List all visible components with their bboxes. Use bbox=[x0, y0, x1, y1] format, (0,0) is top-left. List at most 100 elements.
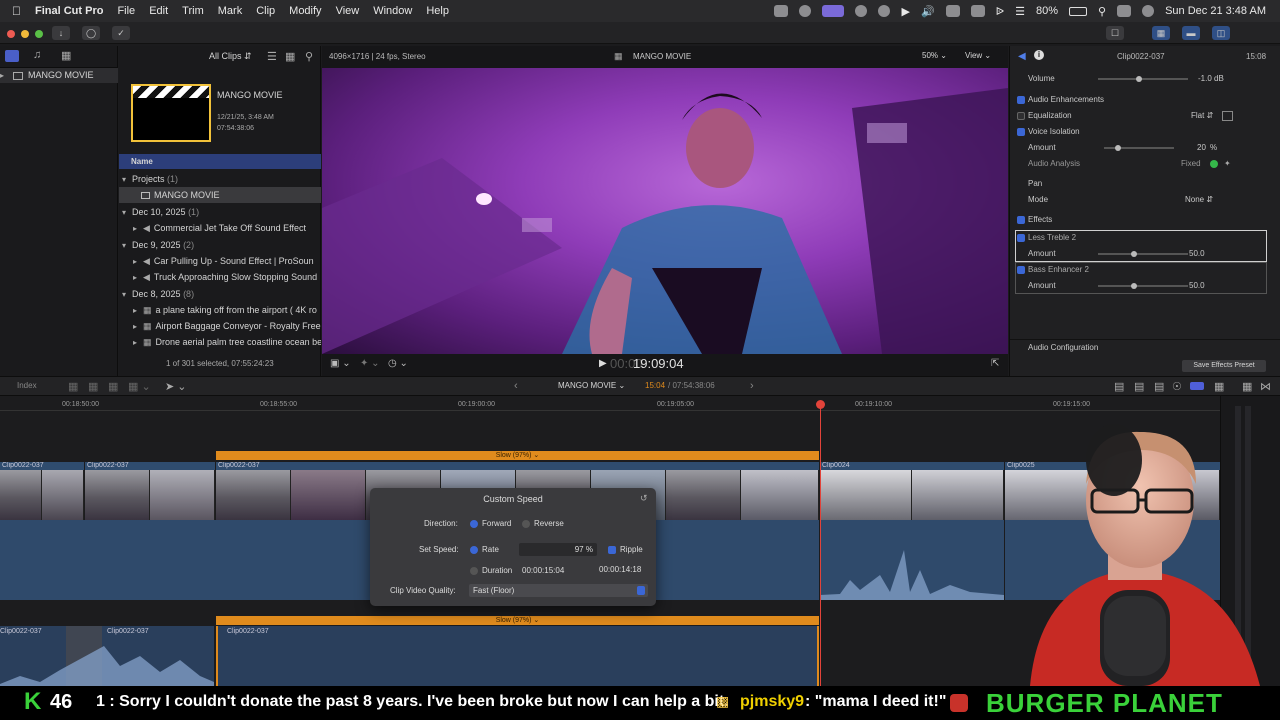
effect-bass-enhancer[interactable]: Bass Enhancer 2 bbox=[1010, 262, 1280, 278]
audio-waveform[interactable] bbox=[820, 520, 1004, 600]
section-audio-enhancements[interactable]: Audio Enhancements bbox=[1010, 92, 1280, 108]
duration-radio[interactable]: Duration bbox=[470, 566, 512, 575]
effect-checkbox[interactable] bbox=[1017, 234, 1025, 242]
back-arrow-icon[interactable]: ‹ bbox=[514, 380, 518, 392]
titles-generators-icon[interactable]: ▦ bbox=[61, 49, 71, 62]
menu-mark[interactable]: Mark bbox=[218, 5, 242, 17]
clip-skimming-icon[interactable]: ▤ bbox=[1134, 380, 1144, 393]
effects-browser-icon[interactable]: ▦ bbox=[1242, 380, 1252, 393]
save-effects-preset-button[interactable]: Save Effects Preset bbox=[1182, 360, 1266, 372]
disclosure-triangle-icon[interactable]: ▸ bbox=[133, 221, 143, 236]
select-tool-icon[interactable]: ➤ ⌄ bbox=[165, 380, 187, 393]
list-item[interactable]: MANGO MOVIE bbox=[119, 187, 321, 203]
section-effects[interactable]: Effects bbox=[1010, 212, 1280, 228]
solo-icon[interactable]: ▤ bbox=[1154, 380, 1164, 393]
list-item[interactable]: ▸ ◀ Commercial Jet Take Off Sound Effect bbox=[119, 220, 321, 236]
play-status-icon[interactable]: ▶ bbox=[901, 5, 909, 18]
clip-video-quality-dropdown[interactable]: Fast (Floor) bbox=[469, 584, 648, 597]
minimize-window-button[interactable] bbox=[21, 30, 29, 38]
clip-filter-dropdown[interactable]: All Clips ⇵ bbox=[209, 51, 252, 62]
project-name-dropdown[interactable]: MANGO MOVIE ⌄ bbox=[558, 381, 625, 390]
retime-bar[interactable]: Slow (97%) ⌄ bbox=[216, 616, 819, 625]
index-button[interactable]: Index bbox=[17, 381, 37, 390]
disclosure-triangle-icon[interactable]: ▾ bbox=[122, 172, 132, 187]
audio-inspector-tab-icon[interactable]: ◀ bbox=[1018, 51, 1026, 62]
background-tasks-icon[interactable]: ✓ bbox=[112, 26, 130, 40]
share-icon[interactable]: ☐ bbox=[1106, 26, 1124, 40]
view-dropdown[interactable]: View ⌄ bbox=[965, 51, 991, 60]
name-column-header[interactable]: Name bbox=[119, 154, 321, 169]
volume-slider[interactable] bbox=[1136, 76, 1142, 82]
clip-appearance-icon[interactable]: ▦ bbox=[1214, 380, 1224, 393]
disclosure-triangle-icon[interactable]: ▸ bbox=[133, 254, 143, 269]
forward-radio[interactable]: Forward bbox=[470, 519, 511, 528]
video-frame[interactable] bbox=[322, 68, 1008, 354]
section-toggle-icon[interactable] bbox=[1017, 96, 1025, 104]
battery-icon[interactable] bbox=[1069, 6, 1088, 16]
lower-clip[interactable]: Clip0022-037 Clip0022-037 bbox=[0, 626, 214, 686]
status-icon-2[interactable] bbox=[799, 5, 812, 17]
layout-timeline-icon[interactable]: ▬ bbox=[1182, 26, 1200, 40]
timecode-display[interactable]: 19:09:04 bbox=[633, 356, 684, 371]
lower-clip[interactable]: Clip0022-037 bbox=[216, 626, 819, 686]
clip-appearance-icon[interactable]: ☰ bbox=[267, 50, 277, 63]
volume-value[interactable]: -1.0 dB bbox=[1198, 71, 1224, 87]
list-item[interactable]: ▸ ▦ a plane taking off from the airport ( … bbox=[119, 302, 321, 318]
status-icon-3[interactable] bbox=[855, 5, 868, 17]
reverse-radio[interactable]: Reverse bbox=[522, 519, 564, 528]
close-window-button[interactable] bbox=[7, 30, 15, 38]
retime-tool-icon[interactable]: ◷ ⌄ bbox=[388, 358, 408, 369]
disclosure-triangle-icon[interactable]: ▸ bbox=[133, 270, 143, 285]
status-icon-4[interactable] bbox=[878, 5, 891, 17]
disclosure-triangle-icon[interactable]: ▾ bbox=[122, 238, 132, 253]
insert-clip-icon[interactable]: ▦ bbox=[88, 380, 98, 393]
disclosure-triangle-icon[interactable]: ▾ bbox=[122, 287, 132, 302]
list-item[interactable]: ▸ ◀ Truck Approaching Slow Stopping Sound bbox=[119, 269, 321, 285]
effect-amount-value[interactable]: 50.0 bbox=[1189, 246, 1205, 262]
effect-checkbox[interactable] bbox=[1017, 266, 1025, 274]
menu-view[interactable]: View bbox=[336, 5, 360, 17]
siri-icon[interactable] bbox=[1142, 5, 1155, 17]
pan-mode-dropdown[interactable]: None ⇵ bbox=[1185, 192, 1213, 208]
transitions-browser-icon[interactable]: ⋈ bbox=[1260, 380, 1271, 393]
audio-skimming-icon[interactable]: ▤ bbox=[1114, 380, 1124, 393]
snapping-icon[interactable] bbox=[1190, 382, 1204, 390]
status-icon-5[interactable] bbox=[945, 5, 960, 17]
screen-record-icon[interactable] bbox=[822, 5, 845, 17]
zoom-window-button[interactable] bbox=[35, 30, 43, 38]
magic-wand-icon[interactable]: ✦ bbox=[1224, 156, 1231, 172]
menu-window[interactable]: Window bbox=[373, 5, 412, 17]
group-header[interactable]: ▾ Dec 8, 2025 (8) bbox=[119, 286, 321, 302]
playhead-handle[interactable] bbox=[816, 400, 825, 409]
equalization-dropdown[interactable]: Flat ⇵ bbox=[1191, 108, 1213, 124]
ripple-checkbox[interactable]: Ripple bbox=[608, 545, 643, 554]
rate-field[interactable]: 97 % bbox=[519, 543, 597, 556]
disclosure-triangle-icon[interactable]: ▸ bbox=[133, 335, 143, 350]
forward-arrow-icon[interactable]: › bbox=[750, 380, 754, 392]
eq-graph-icon[interactable] bbox=[1222, 111, 1233, 121]
effect-less-treble[interactable]: Less Treble 2 bbox=[1010, 230, 1280, 246]
effect-amount-slider[interactable] bbox=[1131, 283, 1137, 289]
list-item[interactable]: ▸ ▦ Airport Baggage Conveyor - Royalty Fre… bbox=[119, 318, 321, 334]
import-icon[interactable]: ↓ bbox=[52, 26, 70, 40]
enhance-tool-icon[interactable]: ✦ ⌄ bbox=[360, 358, 380, 369]
retime-bar[interactable]: Slow (97%) ⌄ bbox=[216, 451, 819, 460]
group-header[interactable]: ▾ Dec 10, 2025 (1) bbox=[119, 204, 321, 220]
clip[interactable]: Clip0024 bbox=[820, 462, 1004, 520]
voice-amount-value[interactable]: 20 bbox=[1197, 140, 1206, 156]
display-icon[interactable] bbox=[970, 5, 985, 17]
audio-configuration-row[interactable]: Audio Configuration bbox=[1010, 339, 1280, 355]
reset-speed-icon[interactable]: ↺ bbox=[640, 493, 648, 504]
disclosure-triangle-icon[interactable]: ▸ bbox=[0, 68, 10, 83]
info-inspector-tab-icon[interactable]: i bbox=[1034, 50, 1044, 60]
fullscreen-icon[interactable]: ⇱ bbox=[991, 358, 999, 369]
layout-inspector-icon[interactable]: ◫ bbox=[1212, 26, 1230, 40]
playhead[interactable] bbox=[820, 402, 821, 686]
group-header[interactable]: ▾ Projects (1) bbox=[119, 171, 321, 187]
search-icon[interactable]: ⚲ bbox=[1098, 5, 1106, 18]
group-header[interactable]: ▾ Dec 9, 2025 (2) bbox=[119, 237, 321, 253]
duration-field[interactable]: 00:00:15:04 bbox=[522, 566, 564, 575]
edit-mode-icon[interactable]: ▦ ⌄ bbox=[128, 380, 151, 393]
effect-amount-slider[interactable] bbox=[1131, 251, 1137, 257]
clip[interactable]: Clip0022-037 bbox=[0, 462, 84, 520]
